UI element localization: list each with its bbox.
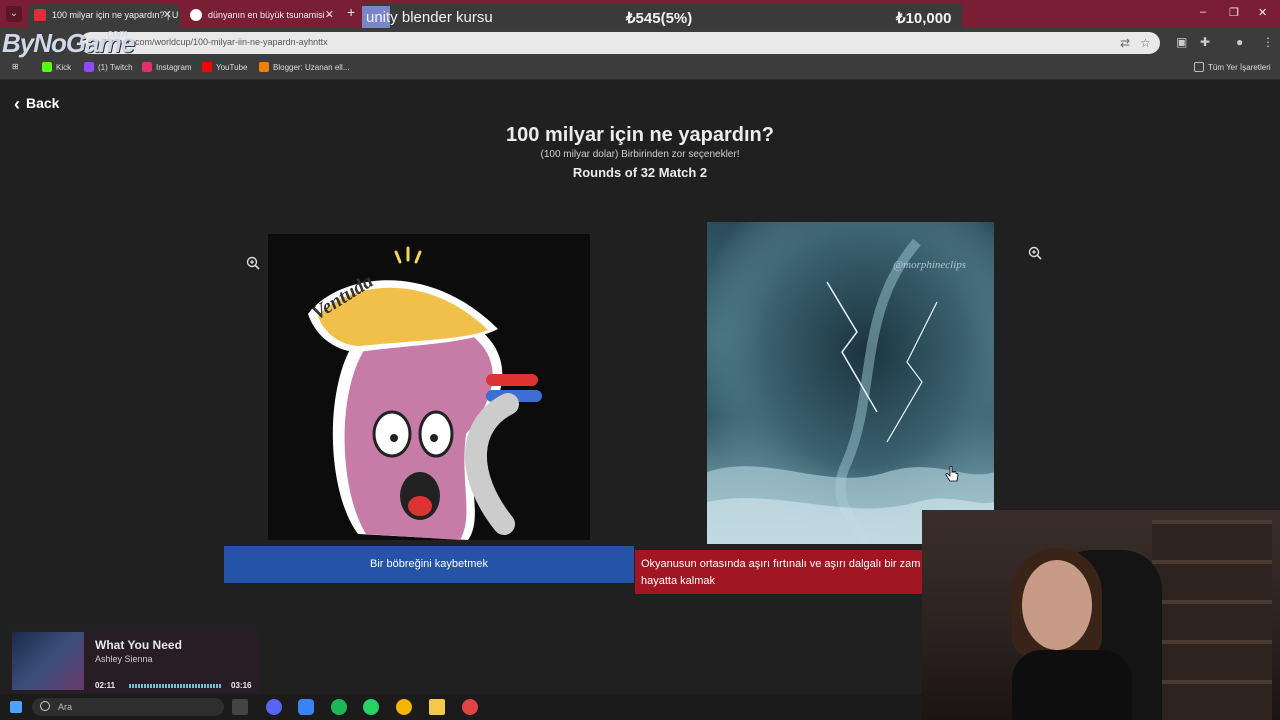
storm-illustration: @morphineclips [707,222,994,544]
option-image-storm[interactable]: @morphineclips [707,222,994,544]
option-button-right[interactable]: Okyanusun ortasında aşırı fırtınalı ve a… [635,550,935,594]
copilot-icon[interactable] [298,699,314,715]
round-indicator: Rounds of 32 Match 2 [572,165,708,180]
extension-icon[interactable]: ▣ [1176,35,1187,49]
search-icon [40,701,50,711]
bookmark-youtube[interactable]: YouTube [202,62,247,72]
tab-title: 100 milyar için ne yapardın? | U [52,10,179,20]
hand-cursor-icon [945,466,959,482]
elapsed-time: 02:11 [95,681,116,690]
blogger-icon [259,62,269,72]
site-favicon-icon [34,9,46,21]
close-window-button[interactable]: ✕ [1258,6,1267,19]
webcam-person-body [1012,650,1132,720]
ticker-goal-progress: ₺545(5%) [626,10,693,27]
file-explorer-icon[interactable] [429,699,445,715]
page-subtitle: (100 milyar dolar) Birbirinden zor seçen… [540,149,740,160]
taskbar-search[interactable]: Ara [32,698,224,716]
page-title: 100 milyar için ne yapardın? [506,124,774,146]
kidney-illustration: Ventuda [268,234,590,540]
screen: ⌄ 100 milyar için ne yapardın? | U ✕ dün… [0,0,1280,720]
playback-progress-bar [129,684,221,688]
taskbar: Ara [0,694,922,720]
tab-title: dünyanın en büyük tsunamisi - [208,10,331,20]
spotify-icon[interactable] [331,699,347,715]
bookmark-star-icon[interactable]: ☆ [1140,36,1151,50]
back-label: Back [26,95,60,111]
profile-avatar-icon[interactable]: ● [1236,35,1243,49]
discord-icon[interactable] [266,699,282,715]
new-tab-button[interactable]: + [347,4,355,20]
ticker-goal-total: ₺10,000 [896,10,952,27]
task-view-icon[interactable] [232,699,248,715]
bookmark-instagram[interactable]: Instagram [142,62,192,72]
apps-grid-icon[interactable]: ⊞ [12,62,19,71]
maximize-button[interactable]: ❐ [1229,6,1239,19]
donation-ticker: unity blender kursu ₺545(5%) ₺10,000 [362,4,962,30]
now-playing-widget: What You Need Ashley Sienna 02:11 03:16 [10,630,260,700]
youtube-icon [202,62,212,72]
bookmark-blogger[interactable]: Blogger: Uzanan ell... [259,62,350,72]
kick-icon [42,62,52,72]
url-text[interactable]: ufu.com/worldcup/100-milyar-iin-ne-yapar… [120,37,328,47]
song-title: What You Need [95,638,182,652]
option-button-left[interactable]: Bir böbreğini kaybetmek [224,546,634,583]
bookmark-twitch[interactable]: (1) Twitch [84,62,133,72]
album-art [12,632,84,690]
storm-watermark: @morphineclips [893,259,966,271]
extensions-puzzle-icon[interactable]: ✚ [1200,35,1210,49]
zoom-in-icon[interactable] [246,256,260,270]
zoom-in-icon[interactable] [1028,246,1042,260]
close-icon[interactable]: ✕ [325,8,334,21]
google-favicon-icon [190,9,202,21]
song-artist: Ashley Sienna [95,654,153,664]
obs-icon[interactable] [462,699,478,715]
instagram-icon [142,62,152,72]
webcam-background-shelf [1152,520,1272,720]
tab-active[interactable]: 100 milyar için ne yapardın? | U ✕ [28,4,180,28]
minimize-button[interactable]: – [1200,6,1206,18]
bookmarks-bar: ⊞ Kick (1) Twitch Instagram YouTube Blog… [0,58,1280,80]
all-bookmarks[interactable]: Tüm Yer İşaretleri [1194,62,1271,72]
back-link[interactable]: ‹ Back [14,94,59,115]
tab-search-icon[interactable]: ⌄ [6,6,22,22]
menu-kebab-icon[interactable]: ⋮ [1262,35,1274,49]
search-placeholder: Ara [58,702,73,712]
chevron-left-icon: ‹ [14,94,20,114]
folder-icon [1194,62,1204,72]
webcam-feed [922,510,1280,720]
total-time: 03:16 [231,681,252,690]
ticker-message: unity blender kursu [366,9,493,26]
translate-icon[interactable]: ⇄ [1120,36,1130,50]
stream-overlay-logo-suffix: .com [104,28,128,40]
address-bar[interactable]: ufu.com/worldcup/100-milyar-iin-ne-yapar… [80,32,1160,54]
close-icon[interactable]: ✕ [163,8,172,21]
bookmark-kick[interactable]: Kick [42,62,71,72]
chrome-icon[interactable] [396,699,412,715]
windows-start-icon[interactable] [10,701,22,713]
option-image-kidney[interactable]: Ventuda [268,234,590,540]
whatsapp-icon[interactable] [363,699,379,715]
tab-inactive[interactable]: dünyanın en büyük tsunamisi - ✕ [184,4,342,28]
webcam-person-face [1022,560,1092,650]
twitch-icon [84,62,94,72]
browser-toolbar: ufu.com/worldcup/100-milyar-iin-ne-yapar… [0,28,1280,58]
